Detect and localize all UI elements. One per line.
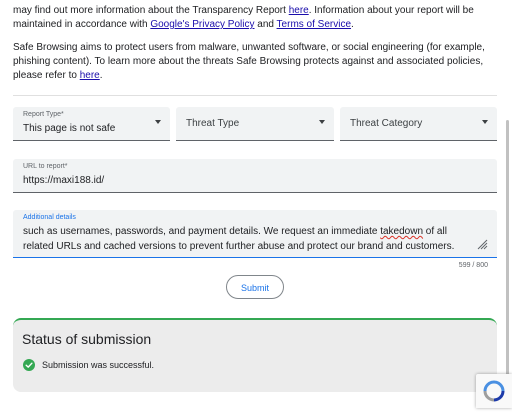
chevron-down-icon	[482, 120, 488, 124]
page-scrollbar[interactable]	[506, 120, 509, 390]
url-value: https://maxi188.id/	[23, 175, 105, 186]
misspelled-word: takedown	[380, 226, 424, 237]
section-divider	[13, 95, 497, 96]
resize-handle-icon[interactable]	[476, 238, 488, 250]
paragraph-text: and	[254, 19, 277, 30]
paragraph-text: maintained in accordance with	[13, 19, 151, 30]
terms-of-service-link[interactable]: Terms of Service	[277, 19, 351, 30]
status-title: Status of submission	[22, 331, 152, 347]
additional-details-text: such as usernames, passwords, and paymen…	[23, 224, 473, 254]
url-to-report-field[interactable]: URL to report* https://maxi188.id/	[13, 159, 497, 193]
submit-button[interactable]: Submit	[226, 275, 284, 299]
additional-details-textarea[interactable]: Additional details such as usernames, pa…	[13, 210, 497, 258]
transparency-here-link[interactable]: here	[289, 5, 309, 16]
paragraph-text: .	[99, 70, 103, 81]
transparency-paragraph: may find out more information about the …	[13, 4, 493, 32]
status-card: Status of submission Submission was succ…	[13, 318, 497, 392]
safe-browsing-paragraph: Safe Browsing aims to protect users from…	[13, 41, 493, 83]
additional-details-label: Additional details	[23, 214, 76, 221]
policies-here-link[interactable]: here	[80, 70, 100, 81]
threat-type-placeholder: Threat Type	[186, 118, 240, 129]
details-text: such as usernames, passwords, and paymen…	[23, 226, 381, 237]
paragraph-text: may find out more information about the …	[13, 5, 289, 16]
paragraph-text: . Information about your report will be	[308, 5, 474, 16]
status-message: Submission was successful.	[42, 360, 155, 370]
report-type-label: Report Type*	[23, 111, 64, 118]
paragraph-text: .	[351, 19, 354, 30]
chevron-down-icon	[155, 120, 161, 124]
privacy-policy-link[interactable]: Google's Privacy Policy	[150, 19, 254, 30]
recaptcha-icon	[483, 380, 505, 402]
report-type-select[interactable]: Report Type* This page is not safe	[13, 107, 170, 141]
check-circle-icon	[23, 359, 35, 371]
threat-category-placeholder: Threat Category	[350, 118, 423, 129]
report-type-value: This page is not safe	[23, 123, 116, 134]
chevron-down-icon	[319, 120, 325, 124]
url-label: URL to report*	[23, 163, 68, 170]
threat-category-select[interactable]: Threat Category	[340, 107, 497, 141]
threat-type-select[interactable]: Threat Type	[176, 107, 334, 141]
character-counter: 599 / 800	[458, 262, 488, 269]
recaptcha-badge[interactable]	[476, 374, 512, 408]
